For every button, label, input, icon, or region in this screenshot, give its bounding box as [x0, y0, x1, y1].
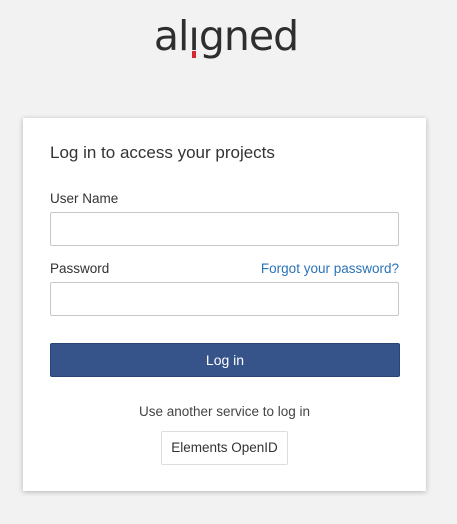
username-label: User Name: [50, 191, 119, 206]
logo-text-start: al: [153, 12, 190, 60]
username-input[interactable]: [50, 212, 399, 246]
logo-letter-i: ı: [188, 12, 199, 60]
logo-accent-mark: [191, 51, 196, 58]
password-label: Password: [50, 261, 110, 276]
login-card-title: Log in to access your projects: [50, 143, 275, 162]
alternate-login-text: Use another service to log in: [138, 404, 311, 419]
forgot-password-link[interactable]: Forgot your password?: [261, 261, 399, 276]
login-card: Log in to access your projects User Name…: [23, 118, 426, 491]
elements-openid-button[interactable]: Elements OpenID: [161, 431, 288, 465]
logo-text-end: gned: [198, 12, 299, 60]
aligned-logo: alı gned: [0, 8, 452, 64]
login-button[interactable]: Log in: [50, 343, 400, 377]
password-input[interactable]: [50, 282, 399, 316]
